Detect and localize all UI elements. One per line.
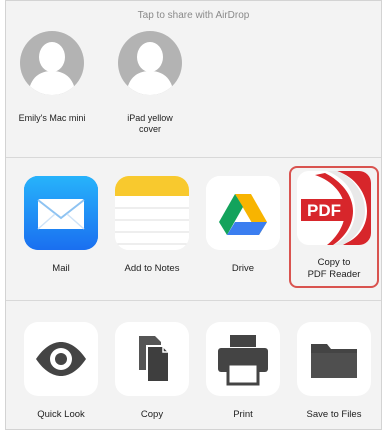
drive-icon: [206, 176, 280, 250]
share-app-mail[interactable]: Mail: [23, 176, 99, 275]
share-app-add-to-notes[interactable]: Add to Notes: [114, 176, 190, 275]
app-label: Drive: [231, 263, 255, 274]
action-label: Print: [233, 409, 253, 420]
share-sheet: Tap to share with AirDrop Emily's Mac mi…: [5, 0, 382, 430]
action-label: Save to Files: [306, 409, 362, 420]
eye-icon: [24, 322, 98, 396]
printer-icon: [206, 322, 280, 396]
app-label: Add to Notes: [124, 263, 180, 274]
divider: [6, 157, 381, 158]
contact-label: Emily's Mac mini: [18, 113, 86, 123]
airdrop-title: Tap to share with AirDrop: [137, 10, 250, 21]
share-app-drive[interactable]: Drive: [205, 176, 281, 275]
copy-icon: [115, 322, 189, 396]
action-copy[interactable]: Copy: [114, 322, 190, 421]
airdrop-contact-ipad-yellow-cover[interactable]: iPad yellow cover: [112, 31, 188, 135]
action-quick-look[interactable]: Quick Look: [23, 322, 99, 421]
mail-icon: [24, 176, 98, 250]
contact-label-line1: iPad yellow: [127, 113, 173, 123]
person-silhouette-icon: [20, 31, 84, 95]
action-save-to-files[interactable]: Save to Files: [296, 322, 372, 421]
divider: [6, 300, 381, 301]
contact-label-line2: cover: [138, 124, 161, 134]
action-label: Copy: [140, 409, 164, 420]
action-label: Quick Look: [37, 409, 85, 420]
app-label: Mail: [52, 263, 70, 274]
notes-icon: [115, 176, 189, 250]
action-print[interactable]: Print: [205, 322, 281, 421]
airdrop-contact-emilys-mac-mini[interactable]: Emily's Mac mini: [14, 31, 90, 124]
selection-highlight: [289, 166, 379, 288]
folder-icon: [297, 322, 371, 396]
person-silhouette-icon: [118, 31, 182, 95]
contact-label: iPad yellow cover: [112, 113, 188, 135]
